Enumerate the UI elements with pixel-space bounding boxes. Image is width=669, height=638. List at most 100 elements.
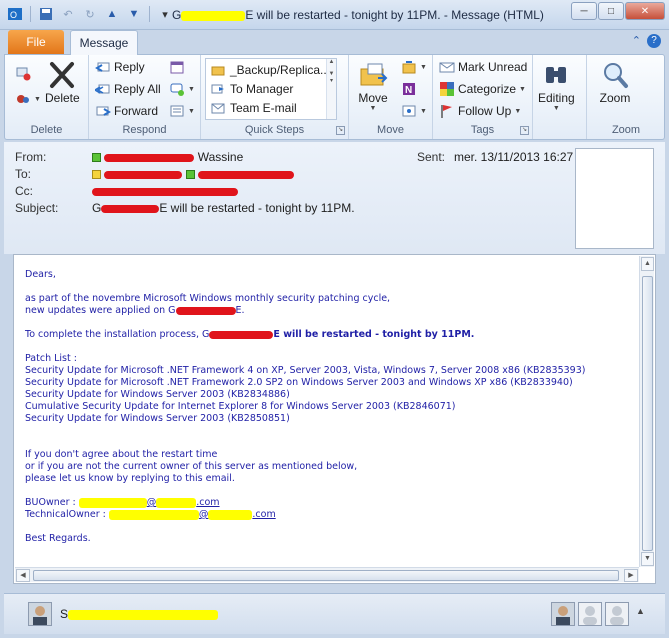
sent-value: mer. 13/11/2013 16:27 bbox=[454, 150, 574, 164]
scroll-left-button[interactable]: ◀ bbox=[16, 569, 30, 582]
junk-button[interactable]: ▼ bbox=[15, 91, 41, 107]
recipient-avatar[interactable] bbox=[551, 602, 575, 626]
to-label: To: bbox=[15, 167, 32, 181]
mark-unread-label: Mark Unread bbox=[458, 60, 528, 74]
undo-icon[interactable]: ↶ bbox=[59, 5, 77, 23]
im-button[interactable]: ▼ bbox=[169, 81, 195, 97]
onenote-icon: N bbox=[401, 81, 417, 97]
patch-item: Security Update for Windows Server 2003 … bbox=[25, 413, 290, 424]
qat-separator bbox=[149, 6, 150, 22]
chevron-down-icon: ▼ bbox=[514, 107, 522, 115]
quick-steps-group-label: Quick Steps bbox=[244, 124, 305, 136]
tab-message[interactable]: Message bbox=[70, 30, 138, 55]
reply-all-label: Reply All bbox=[114, 82, 161, 96]
delete-x-icon bbox=[46, 59, 78, 91]
body-line: new updates were applied on G E. bbox=[25, 305, 635, 317]
outlook-icon[interactable]: O bbox=[6, 5, 24, 23]
reply-button[interactable]: Reply bbox=[95, 59, 145, 75]
tab-file[interactable]: File bbox=[8, 30, 64, 54]
tech-owner-email[interactable]: @ .com bbox=[108, 509, 276, 520]
sender-avatar[interactable] bbox=[28, 602, 52, 626]
forward-button[interactable]: Forward bbox=[95, 103, 158, 119]
expand-people-pane-icon[interactable]: ▲ bbox=[636, 606, 645, 616]
delete-button[interactable]: Delete bbox=[45, 59, 80, 105]
chevron-down-icon: ▼ bbox=[34, 95, 41, 103]
red-redaction bbox=[175, 306, 236, 315]
ignore-button[interactable] bbox=[15, 65, 31, 81]
quick-step-backup[interactable]: _Backup/Replica... bbox=[210, 62, 330, 78]
forward-mail-icon bbox=[210, 81, 226, 97]
tab-right-controls: ⌃ ? bbox=[632, 34, 661, 48]
bu-owner-label: BUOwner : bbox=[25, 497, 79, 508]
title-bar: O ↶ ↻ ▲ ▼ ▾ G E will be restarted - tonig… bbox=[0, 0, 669, 30]
from-name: Wassine bbox=[197, 150, 244, 164]
onenote-button[interactable]: N bbox=[401, 81, 417, 97]
follow-up-label: Follow Up bbox=[458, 104, 512, 118]
maximize-button[interactable]: □ bbox=[598, 2, 624, 20]
chat-bubble-icon bbox=[169, 81, 185, 97]
help-icon[interactable]: ? bbox=[647, 34, 661, 48]
person-placeholder-icon[interactable] bbox=[605, 602, 629, 626]
quick-step-team-email[interactable]: Team E-mail bbox=[210, 100, 297, 116]
message-body[interactable]: Dears, as part of the novembre Microsoft… bbox=[13, 254, 656, 584]
more-icon bbox=[169, 103, 185, 119]
tags-group-label: Tags bbox=[470, 124, 495, 136]
chevron-down-icon: ▼ bbox=[552, 105, 560, 112]
save-icon[interactable] bbox=[37, 5, 55, 23]
patch-item: Security Update for Microsoft .NET Frame… bbox=[25, 365, 586, 376]
rules-button[interactable]: ▼ bbox=[401, 59, 427, 75]
tech-owner-line: TechnicalOwner : @ .com bbox=[25, 509, 635, 521]
chevron-down-icon: ▼ bbox=[519, 85, 526, 93]
name-prefix: S bbox=[60, 607, 69, 621]
reply-icon bbox=[95, 59, 111, 75]
quick-step-to-manager[interactable]: To Manager bbox=[210, 81, 293, 97]
reply-all-button[interactable]: Reply All bbox=[95, 81, 161, 97]
zoom-group-label: Zoom bbox=[611, 124, 641, 136]
zoom-button[interactable]: Zoom bbox=[599, 59, 631, 105]
previous-item-icon[interactable]: ▲ bbox=[103, 5, 121, 23]
more-respond-button[interactable]: ▼ bbox=[169, 103, 195, 119]
magnifier-icon bbox=[599, 59, 631, 91]
meeting-button[interactable] bbox=[169, 59, 185, 75]
next-item-icon[interactable]: ▼ bbox=[125, 5, 143, 23]
reply-label: Reply bbox=[114, 60, 145, 74]
from-value[interactable]: Wassine bbox=[92, 150, 243, 164]
move-button[interactable]: Move ▼ bbox=[357, 59, 389, 112]
dialog-launcher-icon[interactable]: ↘ bbox=[520, 126, 529, 135]
body-line: If you don't agree about the restart tim… bbox=[25, 449, 218, 460]
to-value[interactable] bbox=[92, 167, 295, 181]
window-title: G E will be restarted - tonight by 11PM. … bbox=[172, 8, 544, 22]
scroll-right-button[interactable]: ▶ bbox=[624, 569, 638, 582]
people-pane: S ▲ bbox=[4, 593, 665, 634]
minimize-ribbon-icon[interactable]: ⌃ bbox=[632, 34, 641, 48]
actions-button[interactable]: ▼ bbox=[401, 103, 427, 119]
quick-steps-scrollbar[interactable]: ▲ ▼ ▾ bbox=[326, 59, 336, 119]
envelope-icon bbox=[439, 59, 455, 75]
delete-button-label: Delete bbox=[45, 91, 80, 105]
yellow-redaction bbox=[181, 10, 246, 21]
email-at: @ bbox=[146, 497, 157, 508]
person-placeholder-icon[interactable] bbox=[578, 602, 602, 626]
categorize-label: Categorize bbox=[458, 82, 517, 96]
horizontal-scrollbar[interactable]: ◀ ▶ bbox=[15, 567, 639, 582]
scroll-up-button[interactable]: ▲ bbox=[641, 257, 654, 271]
yellow-redaction bbox=[78, 497, 147, 508]
minimize-button[interactable]: ─ bbox=[571, 2, 597, 20]
cc-value[interactable] bbox=[92, 184, 238, 198]
folder-move-icon bbox=[210, 62, 226, 78]
editing-button[interactable]: Editing ▼ bbox=[538, 59, 575, 112]
mark-unread-button[interactable]: Mark Unread bbox=[439, 59, 527, 75]
categorize-button[interactable]: Categorize ▼ bbox=[439, 81, 526, 97]
follow-up-button[interactable]: Follow Up ▼ bbox=[439, 103, 521, 119]
redo-icon[interactable]: ↻ bbox=[81, 5, 99, 23]
scroll-down-button[interactable]: ▼ bbox=[641, 552, 654, 566]
close-button[interactable]: ✕ bbox=[625, 2, 665, 20]
subject-label: Subject: bbox=[15, 201, 59, 215]
bu-owner-email[interactable]: @ .com bbox=[78, 497, 220, 508]
title-prefix: G bbox=[172, 8, 182, 22]
scroll-thumb[interactable] bbox=[33, 570, 619, 581]
vertical-scrollbar[interactable]: ▲ ▼ bbox=[639, 256, 654, 567]
scroll-thumb[interactable] bbox=[642, 276, 653, 551]
forward-label: Forward bbox=[114, 104, 159, 118]
dialog-launcher-icon[interactable]: ↘ bbox=[336, 126, 345, 135]
